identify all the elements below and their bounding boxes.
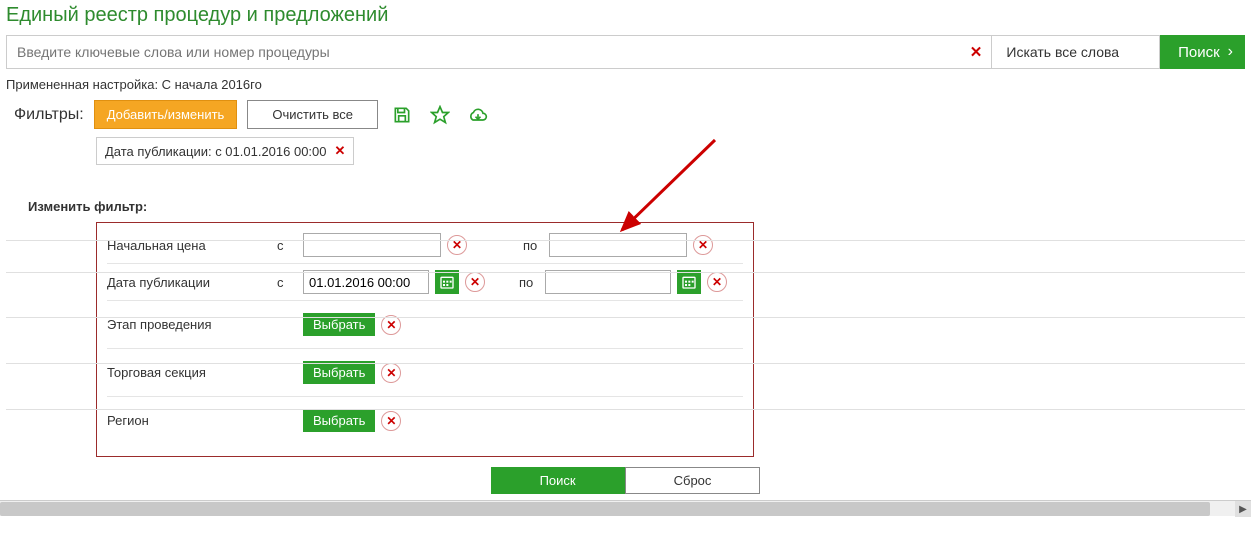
calendar-from-button[interactable] (435, 270, 459, 294)
date-to-input[interactable] (545, 270, 671, 294)
search-bar: ✕ Искать все слова Поиск › (0, 35, 1251, 75)
calendar-to-button[interactable] (677, 270, 701, 294)
clear-all-button[interactable]: Очистить все (247, 100, 378, 129)
search-mode-select[interactable]: Искать все слова (992, 35, 1160, 69)
price-from-input[interactable] (303, 233, 441, 257)
search-button-label: Поиск (1178, 44, 1220, 61)
clear-region-icon[interactable]: ✕ (381, 411, 401, 431)
star-icon[interactable] (426, 105, 454, 125)
to-label: по (519, 275, 539, 290)
chevron-right-icon: › (1228, 43, 1233, 61)
search-input-wrap: ✕ (6, 35, 992, 69)
clear-date-from-icon[interactable]: ✕ (465, 272, 485, 292)
add-edit-filter-button[interactable]: Добавить/изменить (94, 100, 238, 129)
filter-label-region: Регион (107, 413, 277, 428)
horizontal-scrollbar[interactable]: ▶ (0, 500, 1251, 516)
clear-price-from-icon[interactable]: ✕ (447, 235, 467, 255)
page-title: Единый реестр процедур и предложений (0, 0, 1251, 35)
date-from-input[interactable] (303, 270, 429, 294)
scrollbar-thumb[interactable] (0, 502, 1210, 516)
filters-toolbar: Фильтры: Добавить/изменить Очистить все (0, 100, 1251, 137)
price-to-input[interactable] (549, 233, 687, 257)
filter-label-date: Дата публикации (107, 275, 277, 290)
applied-setting: Примененная настройка: С начала 2016го (0, 75, 1251, 100)
clear-section-icon[interactable]: ✕ (381, 363, 401, 383)
filter-label-section: Торговая секция (107, 365, 277, 380)
filter-chip: Дата публикации: с 01.01.2016 00:00 ✕ (96, 137, 354, 165)
from-label: с (277, 275, 297, 290)
clear-price-to-icon[interactable]: ✕ (693, 235, 713, 255)
search-button[interactable]: Поиск › (1160, 35, 1245, 69)
filter-search-button[interactable]: Поиск (491, 467, 625, 494)
clear-search-icon[interactable]: ✕ (970, 43, 983, 61)
search-input[interactable] (6, 35, 992, 69)
bottom-buttons: Поиск Сброс (0, 457, 1251, 500)
filters-label: Фильтры: (14, 106, 84, 124)
filter-row-price: Начальная цена с ✕ по ✕ (107, 227, 743, 263)
save-icon[interactable] (388, 105, 416, 125)
filter-reset-button[interactable]: Сброс (625, 467, 761, 494)
select-region-button[interactable]: Выбрать (303, 409, 375, 432)
filter-row-date: Дата публикации с ✕ по ✕ (107, 263, 743, 300)
filter-row-region: Регион Выбрать ✕ (107, 396, 743, 444)
remove-chip-icon[interactable]: ✕ (335, 143, 346, 159)
cloud-download-icon[interactable] (464, 105, 492, 125)
filter-row-section: Торговая секция Выбрать ✕ (107, 348, 743, 396)
clear-date-to-icon[interactable]: ✕ (707, 272, 727, 292)
active-filters: Дата публикации: с 01.01.2016 00:00 ✕ (0, 137, 1251, 175)
filter-chip-text: Дата публикации: с 01.01.2016 00:00 (105, 144, 327, 159)
select-section-button[interactable]: Выбрать (303, 361, 375, 384)
scroll-right-icon[interactable]: ▶ (1235, 501, 1251, 517)
edit-filter-label: Изменить фильтр: (0, 175, 1251, 222)
filter-box: Начальная цена с ✕ по ✕ Дата публикации … (96, 222, 754, 457)
filter-label-stage: Этап проведения (107, 317, 277, 332)
filter-row-stage: Этап проведения Выбрать ✕ (107, 300, 743, 348)
